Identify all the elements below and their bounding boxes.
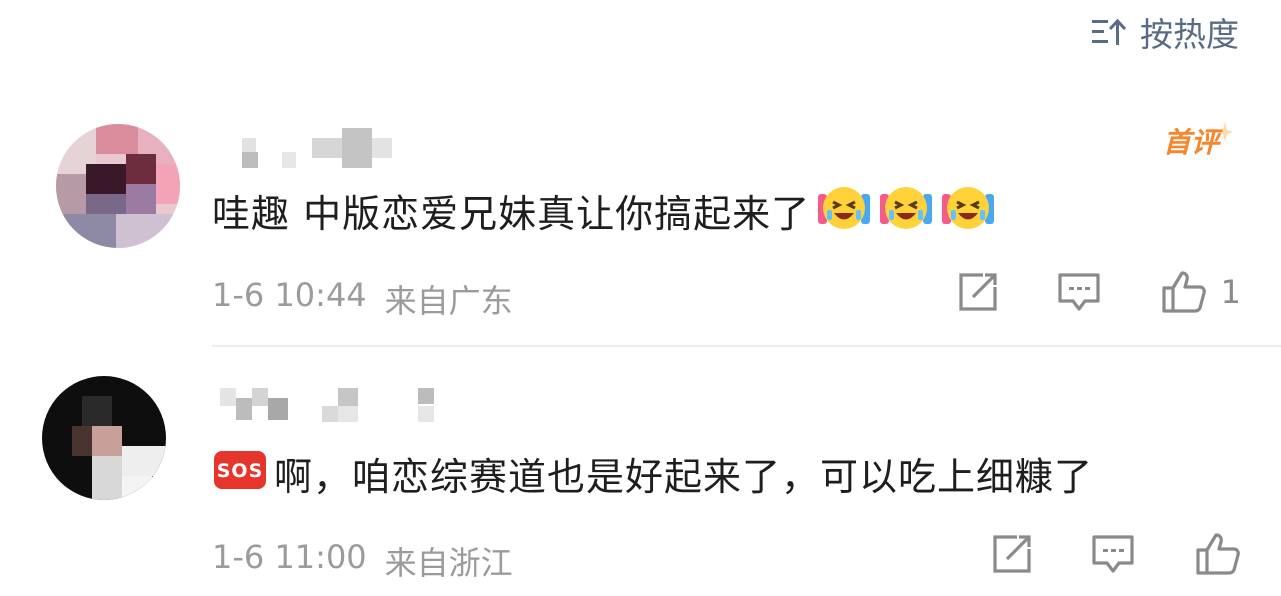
comment-date: 1-6 11:00: [212, 538, 367, 576]
share-button[interactable]: [991, 533, 1033, 575]
comment-meta: 1-6 11:00 来自浙江: [212, 538, 513, 584]
reply-button[interactable]: [1091, 533, 1135, 575]
comment-actions: 1: [957, 270, 1241, 314]
comment-text-row: SOS 啊，咱恋综赛道也是好起来了，可以吃上细糠了: [212, 446, 1093, 500]
share-button[interactable]: [957, 271, 999, 313]
sort-label: 按热度: [1140, 15, 1239, 54]
avatar[interactable]: [56, 124, 180, 248]
laugh-cry-emoji: [878, 180, 934, 241]
sos-emoji: SOS: [212, 445, 268, 502]
thumbs-up-icon: [1162, 271, 1206, 313]
svg-text:SOS: SOS: [217, 460, 264, 482]
reply-button[interactable]: [1057, 271, 1101, 313]
first-comment-badge: 首评: [1163, 120, 1233, 164]
comment-bubble-icon: [1092, 535, 1134, 573]
comment-actions: [991, 532, 1241, 576]
comment-bubble-icon: [1058, 273, 1100, 311]
share-edit-icon: [959, 273, 997, 311]
like-button[interactable]: [1195, 532, 1241, 576]
laugh-cry-emoji: [816, 180, 872, 241]
comment-date: 1-6 10:44: [212, 276, 367, 314]
comment-item: SOS 啊，咱恋综赛道也是好起来了，可以吃上细糠了 1-6 11:00 来自浙江: [0, 362, 1281, 596]
comment-item: 首评 哇趣 中版恋爱兄妹真让你搞起来了 1-6 10:44 来自广东 1: [0, 108, 1281, 346]
comment-divider: [212, 345, 1281, 347]
avatar[interactable]: [42, 376, 166, 500]
like-button[interactable]: 1: [1161, 270, 1241, 314]
sort-up-icon: [1092, 17, 1126, 47]
thumbs-up-icon: [1196, 533, 1240, 575]
comment-text: 哇趣 中版恋爱兄妹真让你搞起来了: [212, 191, 811, 236]
comment-location: 来自浙江: [384, 544, 513, 582]
badge-text: 首评: [1163, 126, 1223, 159]
comment-location: 来自广东: [384, 282, 513, 320]
share-edit-icon: [993, 535, 1031, 573]
comment-text-row: 哇趣 中版恋爱兄妹真让你搞起来了: [212, 184, 996, 236]
comment-text: 啊，咱恋综赛道也是好起来了，可以吃上细糠了: [274, 454, 1094, 499]
comment-meta: 1-6 10:44 来自广东: [212, 276, 513, 322]
like-count: 1: [1220, 273, 1241, 311]
laugh-cry-emoji: [940, 180, 996, 241]
sort-by-heat-button[interactable]: 按热度: [1092, 10, 1239, 54]
